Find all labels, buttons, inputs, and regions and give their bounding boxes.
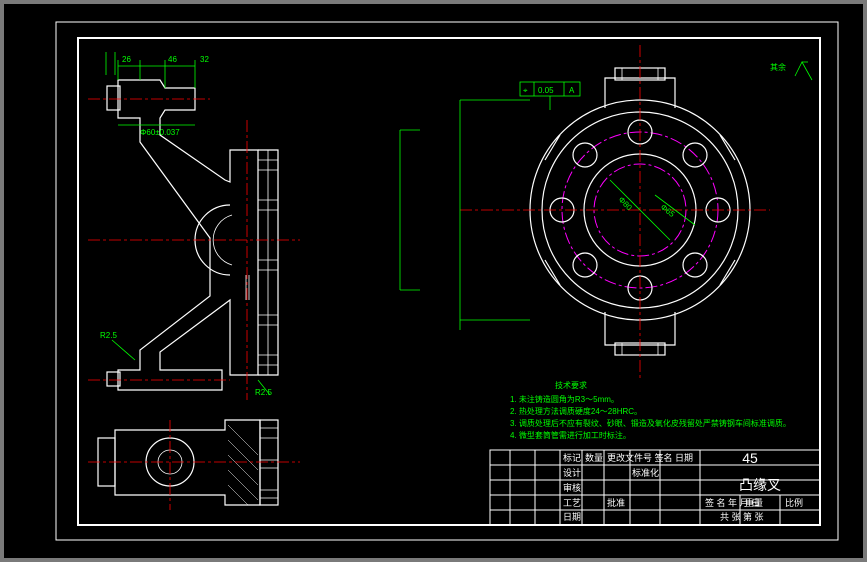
svg-text:0.05: 0.05 <box>538 86 554 95</box>
svg-text:设计: 设计 <box>563 467 581 478</box>
svg-text:审核: 审核 <box>563 482 581 493</box>
svg-text:A: A <box>569 86 575 95</box>
svg-text:日期: 日期 <box>563 512 581 522</box>
cad-drawing-canvas: 26 46 32 Φ60±0.037 R2.5 R2.5 <box>0 0 867 562</box>
note-4: 4. 微型套筒管需进行加工时标注。 <box>510 430 631 440</box>
svg-text:工艺: 工艺 <box>563 498 581 508</box>
svg-text:更改文件号 签名 日期: 更改文件号 签名 日期 <box>607 452 693 463</box>
svg-text:⌖: ⌖ <box>523 86 528 95</box>
svg-text:比例: 比例 <box>785 497 803 508</box>
svg-text:数量: 数量 <box>585 452 603 463</box>
dim-r25a: R2.5 <box>100 331 117 340</box>
dim-r25b: R2.5 <box>255 388 272 397</box>
dim-32: 32 <box>200 55 209 64</box>
note-2: 2. 热处理方法调质硬度24～28HRC。 <box>510 406 642 416</box>
part-number: 45 <box>742 450 758 466</box>
svg-text:共 张 第 张: 共 张 第 张 <box>720 511 764 522</box>
svg-text:重量: 重量 <box>745 497 763 508</box>
dim-phi60: Φ60±0.037 <box>140 128 180 137</box>
notes-title: 技术要求 <box>555 380 587 390</box>
svg-text:批准: 批准 <box>607 497 625 508</box>
note-3: 3. 调质处理后不应有裂纹、砂眼、锻造及氧化皮残留处严禁铸钢车间标准调质。 <box>510 418 791 428</box>
part-name: 凸缘叉 <box>739 477 781 493</box>
svg-text:标准化: 标准化 <box>632 467 659 478</box>
note-1: 1. 未注铸造圆角为R3～5mm。 <box>510 394 619 404</box>
dim-26: 26 <box>122 55 131 64</box>
dim-46: 46 <box>168 55 177 64</box>
svg-text:其余: 其余 <box>770 62 786 72</box>
svg-text:标记: 标记 <box>563 452 581 463</box>
